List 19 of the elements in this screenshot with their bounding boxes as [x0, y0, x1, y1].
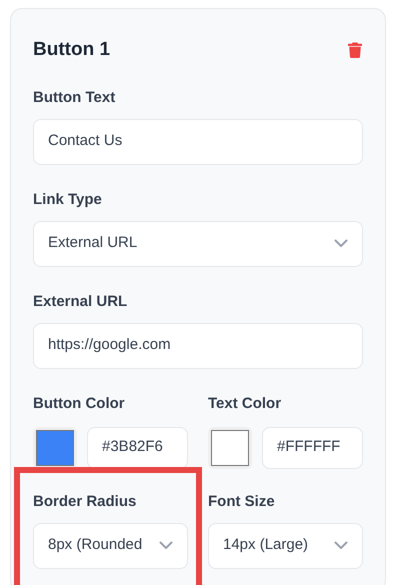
hex-input[interactable]: #3B82F6 [87, 426, 188, 468]
field-label: External URL [33, 292, 128, 312]
field-label: Button Color [33, 394, 126, 414]
chevron-down-icon [334, 541, 348, 550]
chevron-down-icon [159, 541, 173, 550]
field-label: Text Color [208, 394, 282, 414]
field-label: Link Type [33, 190, 103, 210]
trash-icon[interactable] [348, 42, 362, 58]
input-field[interactable]: https://google.com [33, 322, 363, 368]
select-dropdown[interactable]: 14px (Large) [208, 522, 363, 568]
field-label: Border Radius [33, 492, 138, 512]
field-label: Font Size [208, 492, 276, 512]
chevron-down-icon [334, 239, 348, 248]
select-dropdown[interactable]: External URL [33, 220, 363, 266]
hex-input[interactable]: #FFFFFF [262, 426, 363, 468]
card-title: Button 1 [33, 38, 110, 62]
input-field[interactable]: Contact Us [33, 118, 363, 164]
select-dropdown[interactable]: 8px (Rounded [33, 522, 188, 568]
field-label: Button Text [33, 88, 116, 108]
